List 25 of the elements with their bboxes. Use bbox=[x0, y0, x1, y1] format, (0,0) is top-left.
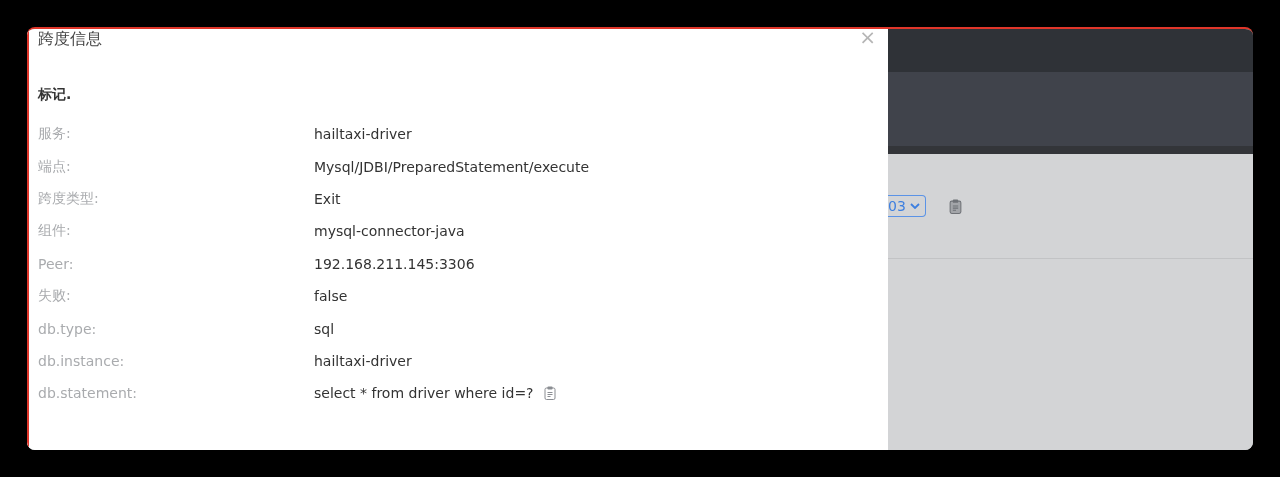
section-title: 标记. bbox=[38, 85, 73, 104]
field-value: mysql-connector-java bbox=[314, 223, 465, 240]
field-value: 192.168.211.145:3306 bbox=[314, 255, 475, 272]
field-value: Exit bbox=[314, 190, 341, 207]
field-label: 组件: bbox=[38, 222, 72, 241]
field-label: 失败: bbox=[38, 287, 72, 306]
dialog-title: 跨度信息 bbox=[38, 29, 102, 48]
field-label: 跨度类型: bbox=[38, 189, 100, 208]
select-dropdown[interactable]: 03 bbox=[888, 195, 926, 217]
field-value: Mysql/JDBI/PreparedStatement/execute bbox=[314, 158, 590, 175]
field-label: db.type: bbox=[38, 320, 98, 337]
clipboard-icon[interactable] bbox=[948, 198, 962, 214]
field-value: hailtaxi-driver bbox=[314, 126, 412, 143]
field-label: 端点: bbox=[38, 157, 72, 176]
close-button[interactable]: × bbox=[859, 29, 876, 45]
field-label: db.statement: bbox=[38, 385, 139, 402]
field-label: Peer: bbox=[38, 255, 75, 272]
field-label: 服务: bbox=[38, 125, 72, 144]
clipboard-icon[interactable] bbox=[543, 386, 556, 401]
field-value: hailtaxi-driver bbox=[314, 352, 412, 369]
field-value: select * from driver where id=? bbox=[314, 385, 534, 402]
field-value: sql bbox=[314, 320, 335, 337]
field-label: db.instance: bbox=[38, 352, 126, 369]
chevron-down-icon bbox=[909, 203, 920, 209]
field-value: false bbox=[314, 288, 348, 305]
